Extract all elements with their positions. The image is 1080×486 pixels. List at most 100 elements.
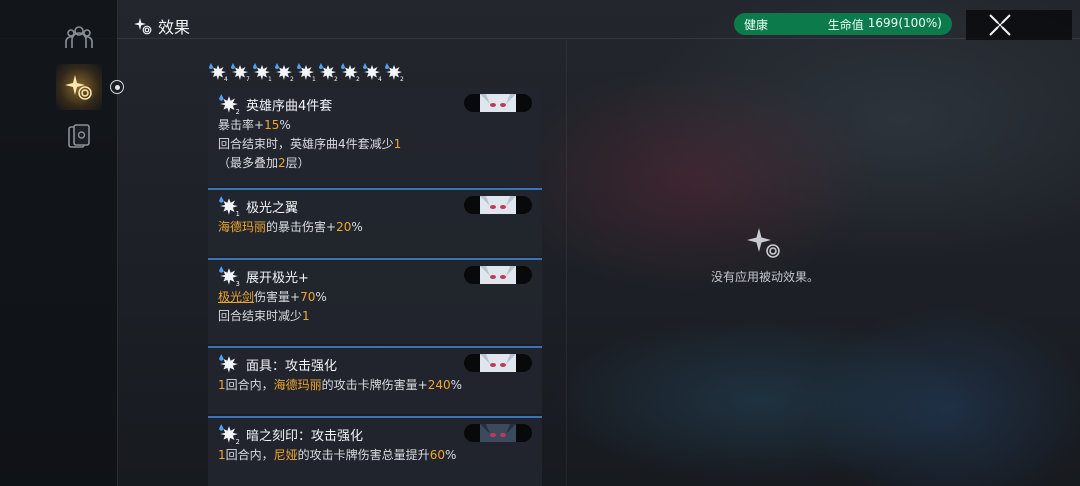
effect-icon[interactable]: 4 bbox=[362, 62, 382, 83]
effect-description-line: 回合结束时减少1 bbox=[218, 307, 532, 326]
highlighted-value: 海德玛丽 bbox=[273, 378, 322, 392]
svg-text:2: 2 bbox=[400, 76, 404, 82]
effect-list[interactable]: 2 英雄序曲4件套 暴击率+15% 回合结束时，英雄序曲4件套减少1 （最多叠加2层… bbox=[208, 88, 542, 486]
rail-cards-button[interactable] bbox=[56, 114, 102, 160]
highlighted-value: 1 bbox=[302, 309, 310, 323]
effect-card[interactable]: 3 展开极光+ 极光剑伤害量+70% 回合结束时减少1 bbox=[208, 258, 542, 344]
effect-card[interactable]: 2 暗之刻印：攻击强化 1回合内，尼娅的攻击卡牌伤害总量提升60% bbox=[208, 416, 542, 486]
effect-card[interactable]: 2 英雄序曲4件套 暴击率+15% 回合结束时，英雄序曲4件套减少1 （最多叠加2层… bbox=[208, 88, 542, 186]
effect-type-icon: 2 bbox=[218, 93, 240, 116]
svg-text:2: 2 bbox=[236, 438, 240, 445]
svg-text:4: 4 bbox=[224, 76, 228, 82]
passive-empty-state: 没有应用被动效果。 bbox=[700, 226, 830, 285]
highlighted-value: 70 bbox=[300, 290, 316, 304]
svg-text:3: 3 bbox=[236, 280, 240, 287]
svg-text:1: 1 bbox=[312, 76, 316, 82]
character-portrait bbox=[464, 94, 532, 112]
close-x-icon bbox=[989, 14, 1011, 36]
effect-card-header: 2 英雄序曲4件套 bbox=[218, 92, 532, 116]
highlighted-value: 尼娅 bbox=[273, 448, 298, 462]
effect-card-title: 暗之刻印：攻击强化 bbox=[246, 428, 364, 444]
description-text: 伤害量+ bbox=[254, 290, 301, 304]
panel-divider bbox=[566, 40, 567, 486]
effect-card[interactable]: 1 极光之翼 海德玛丽的暴击伤害+20% bbox=[208, 188, 542, 256]
card-deck-icon bbox=[68, 124, 90, 148]
description-text: 暴击率+ bbox=[218, 118, 265, 132]
sparkle-swirl-icon bbox=[65, 75, 92, 100]
effect-card-title: 英雄序曲4件套 bbox=[246, 98, 333, 114]
effect-type-icon bbox=[218, 353, 240, 375]
description-text: （最多叠加 bbox=[218, 156, 279, 170]
effect-description-line: （最多叠加2层） bbox=[218, 154, 532, 173]
health-status-bar: 健康 生命值 1699(100%) bbox=[734, 13, 952, 35]
description-text: 的攻击卡牌伤害总量提升 bbox=[297, 448, 430, 462]
health-status-label: 健康 bbox=[744, 17, 769, 32]
character-portrait bbox=[464, 196, 532, 214]
rail-party-button[interactable] bbox=[56, 14, 102, 60]
description-text: % bbox=[351, 220, 363, 234]
effect-type-icon: 1 bbox=[218, 195, 240, 218]
highlighted-value: 海德玛丽 bbox=[218, 220, 267, 234]
effect-card-title: 极光之翼 bbox=[246, 200, 299, 216]
effect-description-line: 极光剑伤害量+70% bbox=[218, 288, 532, 307]
effect-card-header: 3 展开极光+ bbox=[218, 264, 532, 288]
effect-card-title: 面具：攻击强化 bbox=[246, 358, 338, 374]
highlighted-value: 1 bbox=[218, 378, 226, 392]
character-portrait bbox=[464, 266, 532, 284]
svg-text:4: 4 bbox=[378, 76, 382, 82]
highlighted-value: 1 bbox=[218, 448, 226, 462]
highlighted-value: 1 bbox=[393, 137, 402, 151]
description-text: % bbox=[450, 378, 463, 392]
effect-icon[interactable]: 7 bbox=[230, 62, 250, 83]
svg-text:20: 20 bbox=[334, 76, 338, 82]
effect-icon-row: 4 7 1 2 1 20 2 4 2 bbox=[208, 62, 404, 83]
character-portrait bbox=[464, 424, 532, 442]
effect-description-line: 1回合内，海德玛丽的攻击卡牌伤害量+240% bbox=[218, 376, 532, 395]
passive-empty-message: 没有应用被动效果。 bbox=[710, 270, 819, 284]
description-text: 回合结束时，英雄序曲4件套减少 bbox=[218, 137, 394, 151]
highlighted-value: 60 bbox=[429, 448, 445, 462]
effect-type-icon: 2 bbox=[218, 423, 240, 446]
close-button[interactable] bbox=[966, 10, 1072, 40]
sparkle-swirl-icon bbox=[747, 228, 780, 258]
effect-icon[interactable]: 1 bbox=[252, 62, 272, 83]
effect-icon[interactable]: 2 bbox=[274, 62, 294, 83]
hp-value: 1699(100%) bbox=[867, 15, 942, 30]
svg-text:2: 2 bbox=[236, 108, 240, 115]
effect-icon[interactable]: 1 bbox=[296, 62, 316, 83]
page-header: 效果 bbox=[134, 12, 190, 40]
effect-card-header: 面具：攻击强化 bbox=[218, 352, 532, 376]
svg-text:1: 1 bbox=[236, 210, 240, 217]
highlighted-value[interactable]: 极光剑 bbox=[218, 290, 254, 304]
effect-card-header: 1 极光之翼 bbox=[218, 194, 532, 218]
description-text: % bbox=[315, 290, 327, 304]
rail-effects-button[interactable] bbox=[56, 64, 102, 110]
description-text: 回合内， bbox=[225, 378, 274, 392]
description-text: 的暴击伤害+ bbox=[266, 220, 337, 234]
effect-description-line: 暴击率+15% bbox=[218, 116, 532, 135]
description-text: 的攻击卡牌伤害量+ bbox=[321, 378, 428, 392]
highlighted-value: 15 bbox=[264, 118, 280, 132]
effect-card[interactable]: 面具：攻击强化 1回合内，海德玛丽的攻击卡牌伤害量+240% bbox=[208, 346, 542, 414]
svg-text:2: 2 bbox=[290, 76, 294, 82]
page-title: 效果 bbox=[158, 18, 191, 37]
svg-text:2: 2 bbox=[356, 76, 360, 82]
description-text: % bbox=[444, 448, 457, 462]
description-text: 回合内， bbox=[225, 448, 274, 462]
effect-icon[interactable]: 4 bbox=[208, 62, 228, 83]
highlighted-value: 20 bbox=[336, 220, 352, 234]
effect-card-header: 2 暗之刻印：攻击强化 bbox=[218, 422, 532, 446]
svg-text:7: 7 bbox=[246, 76, 250, 82]
effect-icon[interactable]: 2 bbox=[340, 62, 360, 83]
effect-type-icon: 3 bbox=[218, 265, 240, 288]
highlighted-value: 240 bbox=[427, 378, 451, 392]
left-rail bbox=[0, 0, 118, 486]
party-members-icon bbox=[65, 26, 93, 48]
effect-icon[interactable]: 20 bbox=[318, 62, 342, 83]
description-text: 层） bbox=[285, 156, 310, 170]
hp-label: 生命值 bbox=[827, 17, 864, 32]
effect-card-title: 展开极光+ bbox=[246, 270, 309, 286]
effect-icon[interactable]: 2 bbox=[384, 62, 404, 83]
svg-text:1: 1 bbox=[268, 76, 272, 82]
effect-description-line: 1回合内，尼娅的攻击卡牌伤害总量提升60% bbox=[218, 446, 532, 465]
